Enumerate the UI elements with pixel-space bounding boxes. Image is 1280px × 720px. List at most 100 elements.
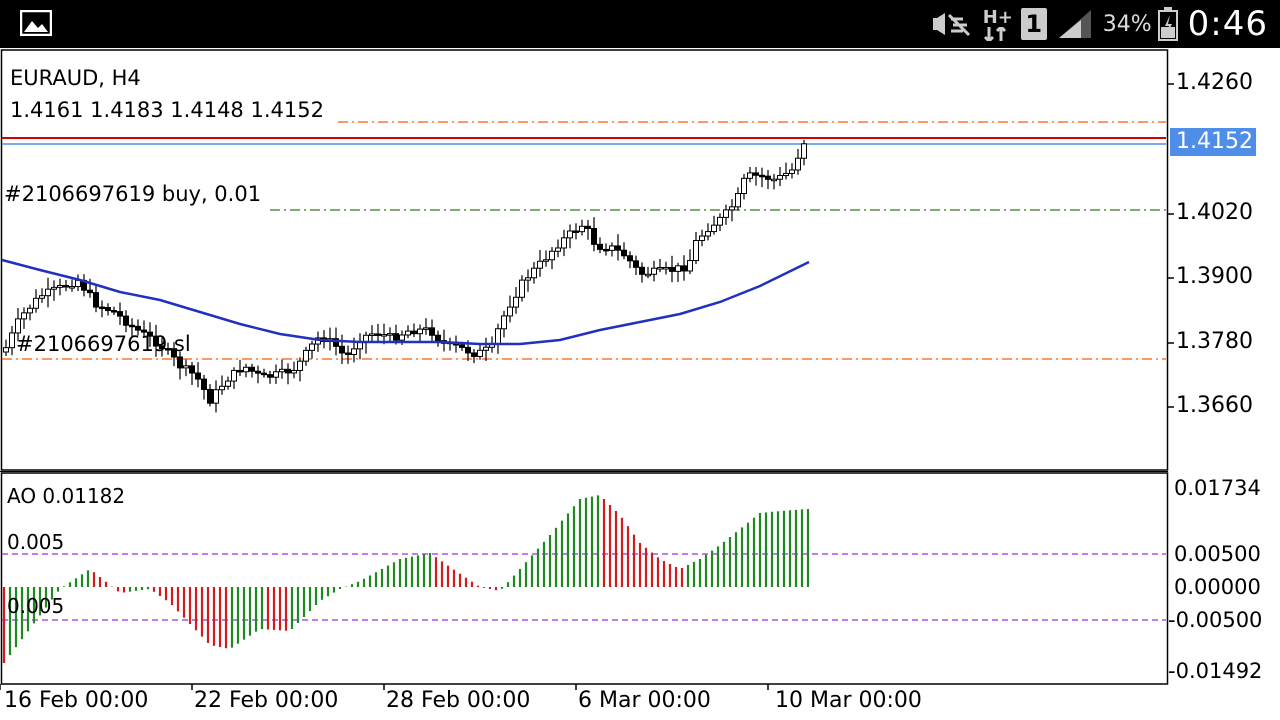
candle-body <box>765 175 771 180</box>
candle-body <box>495 328 501 345</box>
candle-body <box>399 334 405 341</box>
candle-body <box>609 245 615 251</box>
candle-body <box>183 365 189 369</box>
candle-body <box>417 328 423 335</box>
candle-body <box>387 333 393 336</box>
symbol-timeframe-label: EURAUD, H4 <box>10 66 141 90</box>
candle-body <box>459 344 465 348</box>
candle-body <box>123 315 129 326</box>
candle-body <box>747 172 753 179</box>
ao-tick-label: 0.00500 <box>1174 542 1261 566</box>
candle-body <box>87 289 93 294</box>
ao-histogram <box>2 495 810 663</box>
candle-body <box>507 306 513 317</box>
clock: 0:46 <box>1187 4 1268 44</box>
candle-body <box>561 237 567 249</box>
time-tick-label: 28 Feb 00:00 <box>386 688 531 713</box>
candle-body <box>423 327 429 330</box>
candle-body <box>279 368 285 373</box>
candle-body <box>255 370 261 374</box>
candle-body <box>273 371 279 378</box>
candle-body <box>177 356 183 369</box>
candle-body <box>531 267 537 279</box>
candle-body <box>645 273 651 277</box>
candle-body <box>15 318 21 334</box>
mute-icon <box>932 13 970 37</box>
candle-body <box>207 388 213 404</box>
candle-body <box>195 372 201 380</box>
ohlc-values: 1.4161 1.4183 1.4148 1.4152 <box>10 98 324 122</box>
candle-body <box>243 366 249 373</box>
time-tick-label: 10 Mar 00:00 <box>775 688 922 713</box>
candle-body <box>693 239 699 262</box>
candlesticks <box>3 139 807 413</box>
candle-body <box>351 348 357 355</box>
candle-body <box>129 324 135 328</box>
ao-tick-label: -0.00500 <box>1168 608 1263 632</box>
candle-body <box>405 330 411 336</box>
status-bar: H+ 1 34% 0:46 <box>0 0 1280 48</box>
candle-body <box>21 312 27 320</box>
candle-body <box>525 277 531 281</box>
candle-body <box>639 266 645 275</box>
candle-body <box>741 177 747 195</box>
ao-indicator-label: AO 0.01182 <box>7 484 126 508</box>
ao-level-down-label: 0.005 <box>7 594 65 618</box>
network-type-label: H+ <box>982 7 1013 28</box>
candle-body <box>201 378 207 390</box>
candle-body <box>801 143 807 159</box>
candle-body <box>393 333 399 341</box>
candle-body <box>63 285 69 288</box>
candle-body <box>603 248 609 252</box>
candle-body <box>225 380 231 387</box>
buy-order-label[interactable]: #2106697619 buy, 0.01 <box>4 182 261 206</box>
candle-body <box>729 206 735 211</box>
candle-body <box>783 172 789 177</box>
candle-body <box>261 372 267 376</box>
candle-body <box>651 267 657 275</box>
candle-body <box>585 225 591 229</box>
candle-body <box>93 292 99 308</box>
candle-body <box>375 333 381 336</box>
sim-slot-label: 1 <box>1025 10 1043 38</box>
stop-loss-label[interactable]: #2106697619 sl <box>16 332 191 356</box>
candle-body <box>669 266 675 272</box>
indicator-frame <box>0 472 1169 685</box>
candle-body <box>597 243 603 250</box>
time-tick-label: 22 Feb 00:00 <box>194 688 339 713</box>
candle-body <box>675 265 681 272</box>
candle-body <box>753 172 759 176</box>
candle-body <box>33 297 39 309</box>
candle-body <box>549 250 555 261</box>
candle-body <box>699 235 705 241</box>
price-tick-label: 1.4020 <box>1176 200 1253 225</box>
price-tick-label: 1.3660 <box>1176 393 1253 418</box>
candle-body <box>579 225 585 233</box>
current-price-badge: 1.4152 <box>1170 128 1256 156</box>
candle-body <box>513 296 519 308</box>
candle-body <box>519 279 525 298</box>
candle-body <box>219 385 225 391</box>
ao-level-up-label: 0.005 <box>7 530 65 554</box>
candle-body <box>429 327 435 336</box>
candle-body <box>759 174 765 178</box>
price-tick-label: 1.4260 <box>1176 70 1253 95</box>
candle-body <box>309 343 315 351</box>
time-tick-label: 16 Feb 00:00 <box>4 688 149 713</box>
candle-body <box>717 216 723 226</box>
candle-body <box>9 332 15 349</box>
candle-body <box>777 175 783 180</box>
candle-body <box>591 227 597 245</box>
chart-window[interactable]: EURAUD, H4 1.4161 1.4183 1.4148 1.4152 #… <box>0 48 1280 720</box>
chart-canvas[interactable] <box>0 48 1280 720</box>
candle-body <box>633 260 639 268</box>
candle-body <box>303 349 309 362</box>
candle-body <box>369 333 375 336</box>
candle-body <box>573 230 579 233</box>
candle-body <box>735 193 741 208</box>
candle-body <box>189 365 195 374</box>
candle-body <box>117 311 123 317</box>
price-tick-label: 1.3780 <box>1176 329 1253 354</box>
candle-body <box>213 389 219 404</box>
candle-body <box>471 352 477 357</box>
